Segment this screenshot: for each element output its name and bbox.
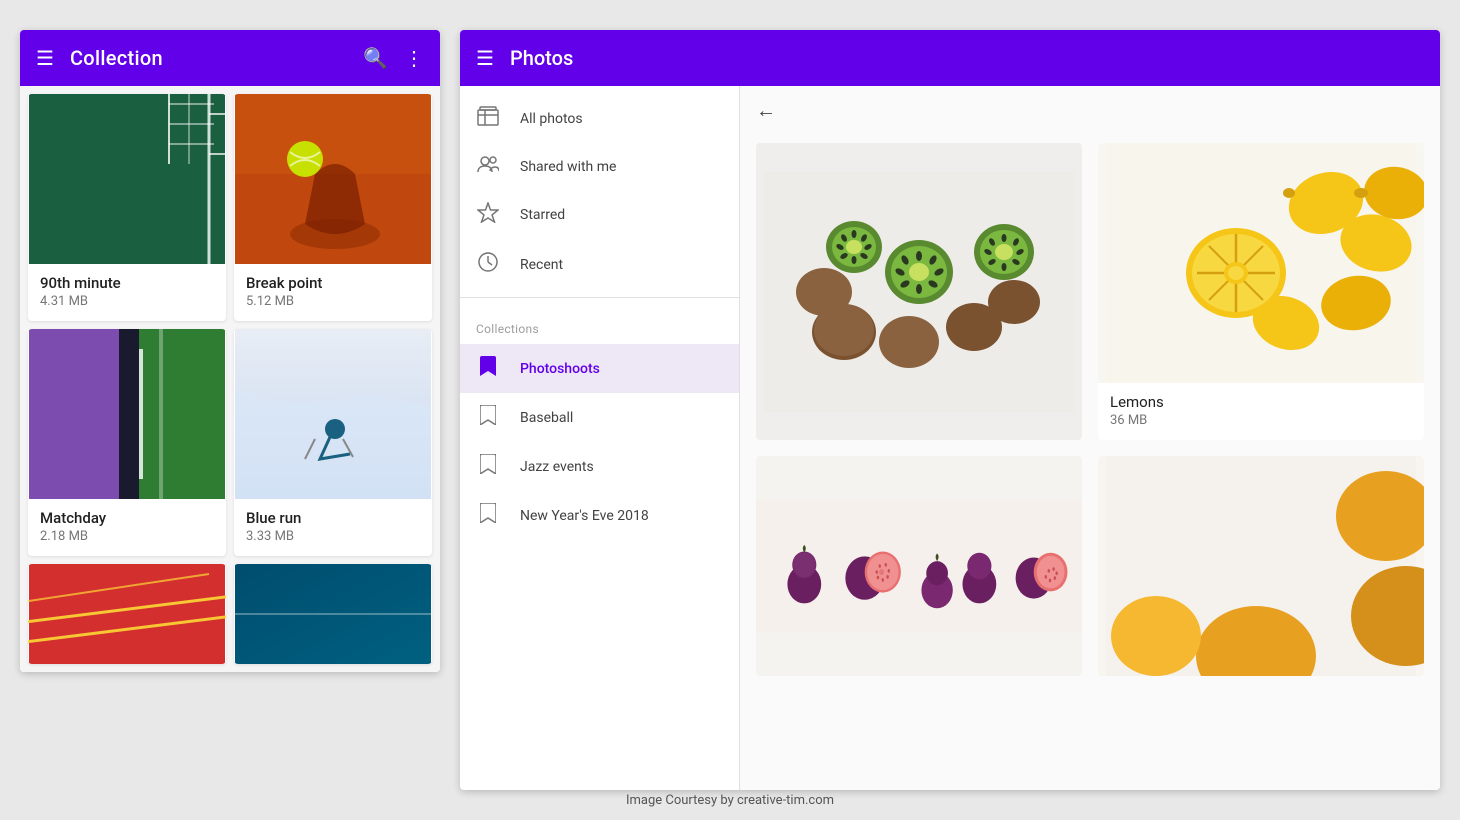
search-icon[interactable]: 🔍 <box>363 46 388 70</box>
photo-card-lemons[interactable]: Lemons 36 MB <box>1098 143 1424 440</box>
photo-image-kiwis <box>756 143 1082 440</box>
page-wrapper: ☰ Collection 🔍 ⋮ <box>0 0 1460 820</box>
photo-size-lemons: 36 MB <box>1110 413 1412 428</box>
baseball-bookmark-icon <box>476 405 500 430</box>
card-image-bluerun <box>234 329 432 499</box>
recent-icon <box>476 252 500 277</box>
hamburger-icon[interactable]: ☰ <box>36 46 54 70</box>
partial-svg <box>1098 456 1424 676</box>
collection-grid: 90th minute 4.31 MB <box>20 86 440 672</box>
collection-app: ☰ Collection 🔍 ⋮ <box>20 30 440 672</box>
all-photos-label: All photos <box>520 111 583 127</box>
jazz-label: Jazz events <box>520 459 594 475</box>
bluerun-image <box>234 329 432 499</box>
red-image <box>28 564 226 664</box>
photos-app: ☰ Photos All photos <box>460 30 1440 790</box>
photo-title-lemons: Lemons <box>1110 393 1412 411</box>
sidebar-item-starred[interactable]: Starred <box>460 190 739 240</box>
sidebar-item-shared[interactable]: Shared with me <box>460 143 739 190</box>
sidebar-collection-jazz[interactable]: Jazz events <box>460 442 739 491</box>
card-size-tennis: 5.12 MB <box>246 294 420 309</box>
photos-title: Photos <box>510 46 573 70</box>
collection-card-soccer[interactable]: 90th minute 4.31 MB <box>28 94 226 321</box>
collection-card-teal[interactable] <box>234 564 432 664</box>
photoshoots-bookmark-icon <box>476 356 500 381</box>
photoshoots-label: Photoshoots <box>520 361 600 377</box>
photos-body: All photos Shared with me <box>460 86 1440 790</box>
card-image-soccer <box>28 94 226 264</box>
card-title-bluerun: Blue run <box>246 509 420 527</box>
card-info-soccer: 90th minute 4.31 MB <box>28 264 226 321</box>
recent-label: Recent <box>520 257 563 273</box>
baseball-label: Baseball <box>520 410 573 426</box>
card-title-matchday: Matchday <box>40 509 214 527</box>
teal-image <box>234 564 432 664</box>
sidebar-collection-photoshoots[interactable]: Photoshoots <box>460 344 739 393</box>
tennis-image <box>234 94 432 264</box>
sidebar-collection-baseball[interactable]: Baseball <box>460 393 739 442</box>
card-image-tennis <box>234 94 432 264</box>
photo-card-kiwis[interactable]: Kiwis 67.7 MB <box>756 143 1082 440</box>
collection-card-matchday[interactable]: Matchday 2.18 MB <box>28 329 226 556</box>
card-title-tennis: Break point <box>246 274 420 292</box>
photo-image-figs <box>756 456 1082 676</box>
collection-header: ☰ Collection 🔍 ⋮ <box>20 30 440 86</box>
photos-main: ← <box>740 86 1440 790</box>
photos-sidebar: All photos Shared with me <box>460 86 740 790</box>
back-arrow[interactable]: ← <box>756 98 776 123</box>
card-info-matchday: Matchday 2.18 MB <box>28 499 226 556</box>
card-size-bluerun: 3.33 MB <box>246 529 420 544</box>
collection-title: Collection <box>70 46 163 70</box>
matchday-image <box>28 329 226 499</box>
collection-card-red[interactable] <box>28 564 226 664</box>
photo-image-lemons <box>1098 143 1424 383</box>
card-info-tennis: Break point 5.12 MB <box>234 264 432 321</box>
starred-label: Starred <box>520 207 565 223</box>
card-size-soccer: 4.31 MB <box>40 294 214 309</box>
card-info-bluerun: Blue run 3.33 MB <box>234 499 432 556</box>
collection-card-bluerun[interactable]: Blue run 3.33 MB <box>234 329 432 556</box>
footer: Image Courtesy by creative-tim.com <box>626 793 834 808</box>
starred-icon <box>476 202 500 228</box>
photo-info-lemons: Lemons 36 MB <box>1098 383 1424 440</box>
photo-image-partial <box>1098 456 1424 676</box>
sidebar-divider <box>460 297 739 298</box>
newyears-label: New Year's Eve 2018 <box>520 508 649 524</box>
photos-header: ☰ Photos <box>460 30 1440 86</box>
collection-header-left: ☰ Collection <box>36 46 163 70</box>
collections-header: Collections <box>460 306 739 344</box>
photo-card-partial[interactable] <box>1098 456 1424 676</box>
photo-card-figs[interactable] <box>756 456 1082 676</box>
sidebar-item-recent[interactable]: Recent <box>460 240 739 289</box>
kiwis-svg <box>756 172 1082 412</box>
photos-main-header: ← <box>740 86 1440 135</box>
card-image-red <box>28 564 226 664</box>
photos-hamburger-icon[interactable]: ☰ <box>476 46 494 70</box>
shared-icon <box>476 155 500 178</box>
collection-header-right: 🔍 ⋮ <box>363 46 424 70</box>
card-size-matchday: 2.18 MB <box>40 529 214 544</box>
collection-card-tennis[interactable]: Break point 5.12 MB <box>234 94 432 321</box>
figs-svg <box>756 456 1082 676</box>
soccer-image <box>28 94 226 264</box>
sidebar-collection-newyears[interactable]: New Year's Eve 2018 <box>460 491 739 540</box>
sidebar-item-all-photos[interactable]: All photos <box>460 94 739 143</box>
newyears-bookmark-icon <box>476 503 500 528</box>
all-photos-icon <box>476 106 500 131</box>
card-title-soccer: 90th minute <box>40 274 214 292</box>
jazz-bookmark-icon <box>476 454 500 479</box>
shared-label: Shared with me <box>520 159 616 175</box>
photos-grid: Kiwis 67.7 MB <box>740 135 1440 692</box>
more-icon[interactable]: ⋮ <box>404 46 424 70</box>
card-image-matchday <box>28 329 226 499</box>
footer-text: Image Courtesy by creative-tim.com <box>626 793 834 808</box>
lemons-svg <box>1098 143 1424 383</box>
card-image-teal <box>234 564 432 664</box>
